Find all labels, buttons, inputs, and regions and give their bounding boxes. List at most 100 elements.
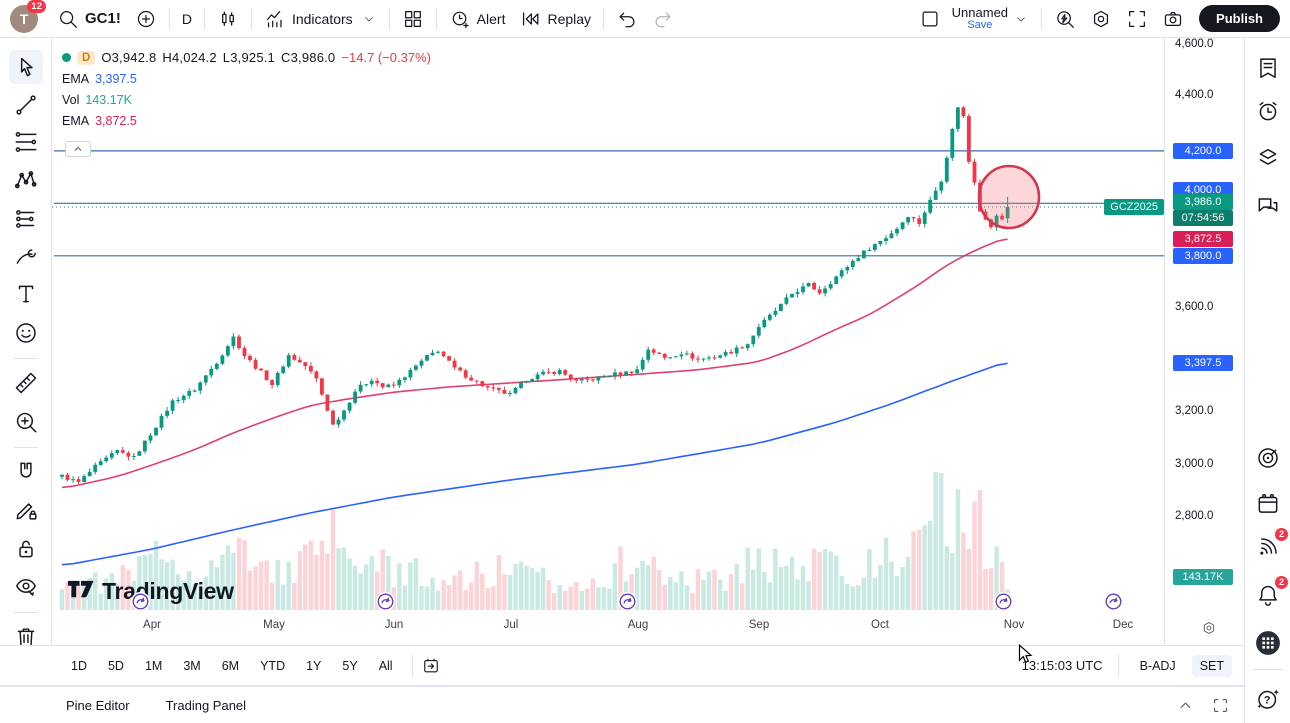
tool-brush-icon[interactable] [13, 244, 39, 270]
contract-rollover-icon[interactable] [1104, 592, 1123, 611]
tool-zoom-in-icon[interactable] [13, 409, 39, 435]
alert-button[interactable]: Alert [442, 5, 513, 33]
tradingview-app: { "topbar": { "avatar_letter": "T", "bad… [0, 0, 1290, 723]
line-collapse-button[interactable] [65, 141, 91, 157]
indicators-button[interactable]: Indicators [257, 5, 360, 33]
chart-plot[interactable]: D O3,942.8 H4,024.2 L3,925.1 C3,986.0 −1… [52, 38, 1164, 645]
range-button-1m[interactable]: 1M [138, 655, 169, 677]
price-axis[interactable]: 4,600.04,400.04,200.04,000.03,986.007:54… [1164, 38, 1244, 645]
chevron-up-icon [73, 144, 83, 154]
range-button-1d[interactable]: 1D [64, 655, 94, 677]
sidebar-alert-clock-icon[interactable] [1255, 98, 1281, 124]
month-label: Aug [628, 619, 648, 631]
session-toggle[interactable]: SET [1192, 655, 1232, 677]
sidebar-chat-icon[interactable] [1255, 193, 1281, 219]
contract-rollover-icon[interactable] [994, 592, 1013, 611]
chevron-down-icon [361, 11, 377, 27]
fullscreen-button[interactable] [1119, 5, 1155, 33]
toolbar-divider [436, 8, 437, 30]
sidebar-screener-icon[interactable] [1255, 445, 1281, 471]
legend-main-row[interactable]: D O3,942.8 H4,024.2 L3,925.1 C3,986.0 −1… [62, 50, 431, 65]
redo-button[interactable] [645, 5, 681, 33]
fullscreen-icon [1126, 8, 1148, 30]
alert-label: Alert [477, 11, 506, 27]
sidebar-calendar-icon[interactable] [1255, 491, 1281, 517]
undo-button[interactable] [609, 5, 645, 33]
legend-volume-row[interactable]: Vol 143.17K [62, 93, 431, 107]
sidebar-notifications-icon[interactable]: 2 [1255, 582, 1281, 608]
contract-rollover-icon[interactable] [618, 592, 637, 611]
goto-date-button[interactable] [418, 653, 444, 679]
month-label: Apr [143, 619, 161, 631]
tool-emoji-icon[interactable] [13, 320, 39, 346]
quick-search-button[interactable] [1047, 5, 1083, 33]
tool-projection-icon[interactable] [13, 206, 39, 232]
snapshot-button[interactable] [1155, 5, 1191, 33]
adjustment-toggle[interactable]: B-ADJ [1134, 656, 1182, 676]
chart-area[interactable]: D O3,942.8 H4,024.2 L3,925.1 C3,986.0 −1… [52, 38, 1244, 645]
ohlc-low: L3,925.1 [223, 50, 275, 65]
tool-cursor-icon[interactable] [9, 50, 43, 84]
sidebar-apps-icon[interactable] [1255, 630, 1281, 656]
candlestick-chart[interactable] [52, 38, 1164, 645]
panel-expand-chevron-icon[interactable] [1176, 696, 1195, 715]
range-button-5y[interactable]: 5Y [335, 655, 364, 677]
magnet-icon [13, 459, 39, 485]
contract-rollover-icon[interactable] [131, 592, 150, 611]
toolbar-divider [14, 612, 38, 613]
layout-menu-button[interactable] [1012, 8, 1036, 30]
tool-xabcd-pattern-icon[interactable] [13, 167, 39, 193]
tool-lock-icon[interactable] [13, 536, 39, 562]
cursor-icon [13, 54, 39, 80]
sidebar-streams-icon[interactable]: 2 [1255, 534, 1281, 560]
range-button-5d[interactable]: 5D [101, 655, 131, 677]
range-button-all[interactable]: All [372, 655, 400, 677]
tab-trading-panel[interactable]: Trading Panel [166, 698, 246, 713]
tool-magnet-icon[interactable] [13, 459, 39, 485]
compare-add-symbol-button[interactable] [128, 5, 164, 33]
indicator-templates-button[interactable] [360, 8, 384, 30]
axis-settings-gear-icon[interactable] [1201, 620, 1217, 636]
replay-button[interactable]: Replay [512, 5, 598, 33]
clock[interactable]: 13:15:03 UTC [1022, 658, 1103, 673]
save-link[interactable]: Save [967, 19, 992, 32]
price-label: 3,397.5 [1173, 355, 1233, 371]
ohlc-close: C3,986.0 [281, 50, 335, 65]
range-button-6m[interactable]: 6M [215, 655, 246, 677]
avatar[interactable]: T 12 [10, 5, 38, 33]
tool-text-icon[interactable] [13, 281, 39, 307]
multichart-layout-button[interactable] [395, 5, 431, 33]
emoji-icon [13, 320, 39, 346]
price-label: 3,800.0 [1173, 248, 1233, 264]
tool-draw-icon[interactable] [13, 497, 39, 523]
contract-rollover-icon[interactable] [376, 592, 395, 611]
price-label: 3,986.0 [1173, 194, 1233, 210]
tool-hide-icon[interactable] [13, 573, 39, 599]
draw-icon [13, 497, 39, 523]
layout-select-button[interactable] [912, 5, 948, 33]
save-layout-control[interactable]: Unnamed Save [948, 6, 1012, 32]
chart-legend: D O3,942.8 H4,024.2 L3,925.1 C3,986.0 −1… [62, 50, 431, 128]
panel-maximize-icon[interactable] [1211, 696, 1230, 715]
toolbar-divider [14, 358, 38, 359]
chart-style-button[interactable] [210, 5, 246, 33]
legend-ema-slow-row[interactable]: EMA 3,397.5 [62, 72, 431, 86]
chart-settings-button[interactable] [1083, 5, 1119, 33]
tool-ruler-icon[interactable] [13, 370, 39, 396]
fib-retracement-icon [13, 129, 39, 155]
publish-button[interactable]: Publish [1199, 5, 1280, 32]
tab-pine-editor[interactable]: Pine Editor [66, 698, 130, 713]
symbol-search-button[interactable]: GC1! [50, 5, 128, 33]
tool-fib-retracement-icon[interactable] [13, 129, 39, 155]
legend-ema-fast-row[interactable]: EMA 3,872.5 [62, 114, 431, 128]
sidebar-object-tree-icon[interactable] [1255, 144, 1281, 170]
range-button-3m[interactable]: 3M [176, 655, 207, 677]
sidebar-help-icon[interactable]: ? [1255, 686, 1281, 712]
projection-icon [13, 206, 39, 232]
tool-trend-line-icon[interactable] [13, 92, 39, 118]
interval-button[interactable]: D [175, 8, 199, 30]
range-button-1y[interactable]: 1Y [299, 655, 328, 677]
range-button-ytd[interactable]: YTD [253, 655, 292, 677]
sidebar-watchlist-icon[interactable] [1255, 55, 1281, 81]
price-tick: 4,400.0 [1175, 89, 1213, 101]
